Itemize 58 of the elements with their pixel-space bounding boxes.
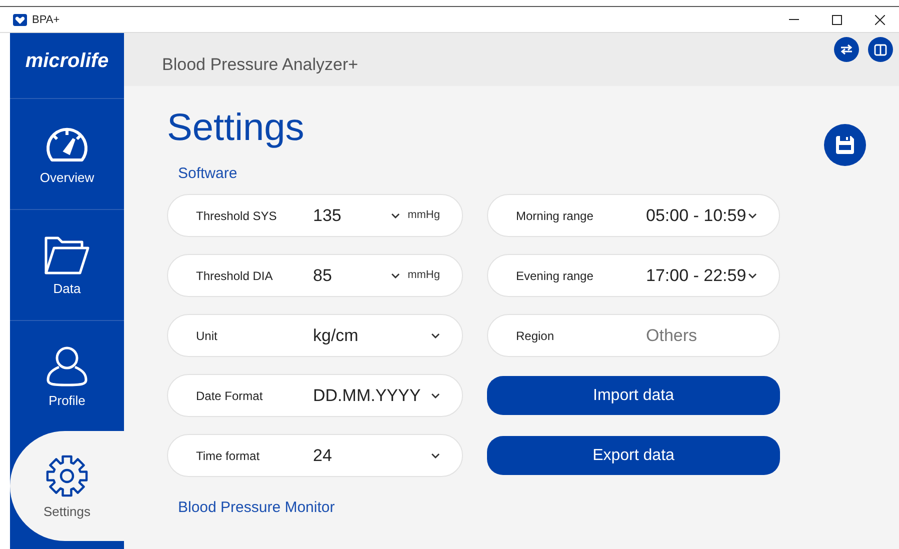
field-label: Region — [516, 328, 556, 342]
window-title: BPA+ — [32, 14, 60, 26]
maximize-icon — [832, 14, 842, 24]
sync-button[interactable] — [834, 37, 859, 62]
field-label: Morning range — [516, 208, 594, 222]
field-label: Time format — [196, 448, 261, 462]
sidebar-item-label: Overview — [40, 170, 94, 184]
dropdown-field[interactable]: Unit kg/cm — [167, 314, 463, 357]
chevron-down-icon — [431, 392, 440, 398]
section-heading: Software — [178, 165, 238, 183]
chevron-down-icon — [748, 272, 757, 278]
app-title: Blood Pressure Analyzer+ — [162, 54, 360, 74]
unit-label: mmHg — [408, 209, 440, 221]
setting-field[interactable]: Region Others — [487, 314, 780, 357]
swap-arrows-icon — [840, 44, 853, 55]
field-value: DD.MM.YYYY — [313, 386, 422, 406]
heart-icon — [13, 14, 27, 26]
dropdown-field[interactable]: Morning range 05:00 - 10:59 — [487, 194, 780, 237]
dropdown-field[interactable]: Threshold DIA 85 mmHg — [167, 254, 463, 297]
action-button[interactable]: Import data — [487, 376, 780, 415]
field-value: kg/cm — [313, 326, 360, 346]
chevron-down-icon — [390, 272, 400, 278]
action-button[interactable]: Export data — [487, 436, 780, 475]
logo: microlife — [24, 49, 110, 74]
sidebar-item[interactable]: Settings — [10, 431, 124, 541]
book-icon — [874, 44, 887, 56]
minimize-icon — [789, 19, 799, 20]
field-label: Evening range — [516, 268, 594, 282]
manual-button[interactable] — [868, 37, 893, 62]
page-title: Settings — [167, 106, 304, 150]
field-label: Threshold DIA — [196, 268, 274, 282]
close-icon — [875, 14, 885, 24]
chevron-down-icon — [431, 332, 440, 338]
sidebar-item-label: Settings — [44, 504, 90, 518]
section-heading: Blood Pressure Monitor — [178, 499, 336, 517]
folder-icon — [44, 234, 90, 274]
field-label: Unit — [196, 328, 218, 342]
sidebar-item-label: Data — [53, 280, 81, 296]
save-button[interactable] — [824, 124, 866, 166]
unit-label: mmHg — [408, 269, 440, 281]
dropdown-field[interactable]: Date Format DD.MM.YYYY — [167, 374, 463, 417]
person-icon — [46, 344, 88, 386]
dropdown-field[interactable]: Time format 24 — [167, 434, 463, 477]
field-value: 24 — [313, 446, 333, 466]
chevron-down-icon — [748, 212, 757, 218]
field-value: 135 — [313, 206, 342, 226]
field-value: 17:00 - 22:59 — [646, 266, 748, 286]
field-value: 85 — [313, 266, 333, 286]
sidebar-item-label: Profile — [48, 392, 86, 408]
field-placeholder: Others — [646, 326, 698, 346]
dropdown-field[interactable]: Threshold SYS 135 mmHg — [167, 194, 463, 237]
chevron-down-icon — [431, 452, 440, 458]
chevron-down-icon — [390, 212, 400, 218]
dropdown-field[interactable]: Evening range 17:00 - 22:59 — [487, 254, 780, 297]
field-label: Date Format — [196, 388, 264, 402]
field-value: 05:00 - 10:59 — [646, 206, 748, 226]
field-label: Threshold SYS — [196, 208, 278, 222]
gear-icon — [45, 454, 89, 498]
